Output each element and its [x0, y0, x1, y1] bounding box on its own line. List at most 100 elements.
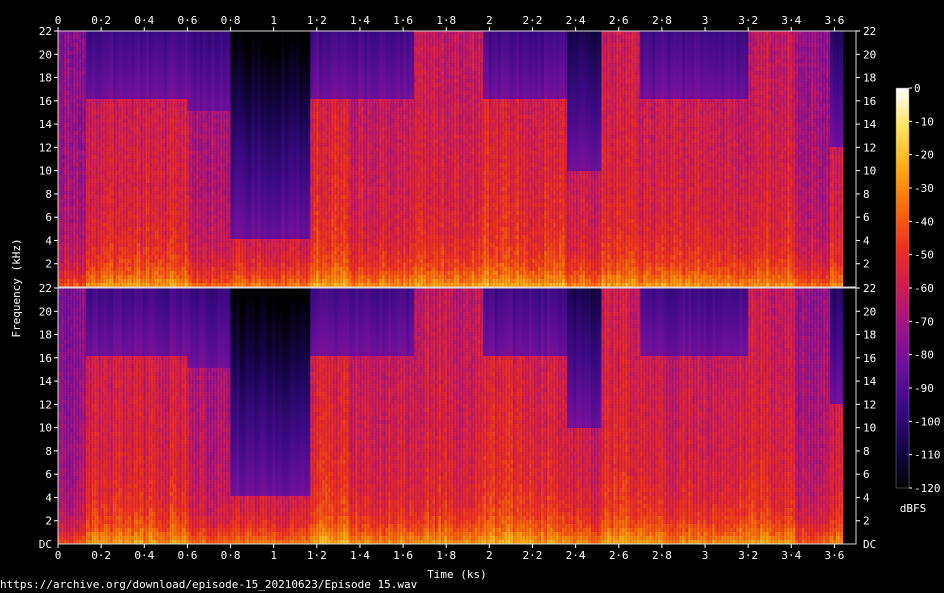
- spectrogram-cell: [164, 59, 167, 63]
- spectrogram-cell: [149, 83, 152, 87]
- spectrogram-cell: [267, 163, 270, 167]
- spectrogram-cell: [119, 39, 122, 43]
- spectrogram-cell: [137, 59, 140, 63]
- spectrogram-cell: [249, 87, 252, 91]
- spectrogram-cell: [231, 139, 234, 143]
- spectrogram-cell: [119, 63, 122, 67]
- spectrogram-cell: [261, 35, 264, 39]
- spectrogram-cell: [122, 67, 125, 71]
- spectrogram-cell: [246, 135, 249, 139]
- spectrogram-cell: [267, 67, 270, 71]
- spectrogram-cell: [258, 211, 261, 215]
- spectrogram-cell: [113, 63, 116, 67]
- spectrogram-cell: [92, 39, 95, 43]
- spectrogram-cell: [199, 107, 202, 111]
- spectrogram-cell: [211, 43, 214, 47]
- spectrogram-cell: [234, 159, 237, 163]
- spectrogram-cell: [249, 59, 252, 63]
- spectrogram-cell: [285, 191, 288, 195]
- spectrogram-cell: [89, 35, 92, 39]
- spectrogram-cell: [143, 51, 146, 55]
- spectrogram-cell: [122, 39, 125, 43]
- spectrogram-cell: [273, 83, 276, 87]
- spectrogram-cell: [246, 123, 249, 127]
- spectrogram-cell: [161, 43, 164, 47]
- spectrogram-cell: [279, 155, 282, 159]
- spectrogram-cell: [211, 63, 214, 67]
- spectrogram-cell: [282, 203, 285, 207]
- spectrogram-cell: [282, 235, 285, 239]
- spectrogram-cell: [276, 63, 279, 67]
- spectrogram-cell: [279, 83, 282, 87]
- spectrogram-cell: [246, 119, 249, 123]
- spectrogram-cell: [270, 143, 273, 147]
- spectrogram-cell: [161, 39, 164, 43]
- spectrogram-cell: [146, 79, 149, 83]
- spectrogram-cell: [267, 175, 270, 179]
- spectrogram-cell: [273, 35, 276, 39]
- spectrogram-cell: [267, 59, 270, 63]
- spectrogram-cell: [252, 199, 255, 203]
- spectrogram-cell: [243, 59, 246, 63]
- spectrogram-cell: [258, 231, 261, 235]
- spectrogram-cell: [267, 183, 270, 187]
- spectrogram-cell: [98, 35, 101, 39]
- spectrogram-cell: [276, 119, 279, 123]
- spectrogram-cell: [104, 75, 107, 79]
- spectrogram-cell: [246, 155, 249, 159]
- spectrogram-cell: [255, 123, 258, 127]
- spectrogram-cell: [170, 91, 173, 95]
- spectrogram-cell: [282, 187, 285, 191]
- spectrogram-cell: [237, 151, 240, 155]
- spectrogram-cell: [92, 83, 95, 87]
- spectrogram-cell: [252, 215, 255, 219]
- spectrogram-cell: [155, 43, 158, 47]
- spectrogram-cell: [220, 91, 223, 95]
- spectrogram-cell: [252, 55, 255, 59]
- spectrogram-cell: [267, 203, 270, 207]
- spectrogram-cell: [182, 91, 185, 95]
- spectrogram-cell: [246, 231, 249, 235]
- spectrogram-cell: [137, 79, 140, 83]
- spectrogram-cell: [173, 43, 176, 47]
- spectrogram-cell: [282, 191, 285, 195]
- spectrogram-cell: [95, 39, 98, 43]
- spectrogram-cell: [255, 87, 258, 91]
- spectrogram-cell: [285, 215, 288, 219]
- spectrogram-cell: [113, 51, 116, 55]
- spectrogram-cell: [211, 51, 214, 55]
- spectrogram-cell: [217, 107, 220, 111]
- spectrogram-cell: [279, 175, 282, 179]
- spectrogram-cell: [187, 35, 190, 39]
- spectrogram-cell: [179, 55, 182, 59]
- spectrogram-cell: [161, 83, 164, 87]
- spectrogram-cell: [113, 55, 116, 59]
- spectrogram-cell: [164, 71, 167, 75]
- spectrogram-cell: [282, 151, 285, 155]
- spectrogram-cell: [116, 83, 119, 87]
- spectrogram-cell: [86, 83, 89, 87]
- spectrogram-cell: [231, 59, 234, 63]
- spectrogram-cell: [258, 67, 261, 71]
- spectrogram-cell: [173, 87, 176, 91]
- spectrogram-cell: [193, 55, 196, 59]
- spectrogram-cell: [252, 167, 255, 171]
- spectrogram-cell: [249, 103, 252, 107]
- spectrogram-cell: [252, 87, 255, 91]
- spectrogram-cell: [243, 159, 246, 163]
- spectrogram-cell: [258, 235, 261, 239]
- spectrogram-cell: [179, 59, 182, 63]
- spectrogram-cell: [119, 91, 122, 95]
- spectrogram-cell: [279, 211, 282, 215]
- spectrogram-cell: [164, 95, 167, 99]
- spectrogram-cell: [113, 83, 116, 87]
- spectrogram-cell: [92, 63, 95, 67]
- spectrogram-cell: [119, 79, 122, 83]
- spectrogram-cell: [276, 219, 279, 223]
- spectrogram-cell: [226, 107, 229, 111]
- spectrogram-cell: [137, 39, 140, 43]
- spectrogram-cell: [155, 71, 158, 75]
- spectrogram-cell: [122, 35, 125, 39]
- spectrogram-cell: [279, 231, 282, 235]
- spectrogram-cell: [237, 179, 240, 183]
